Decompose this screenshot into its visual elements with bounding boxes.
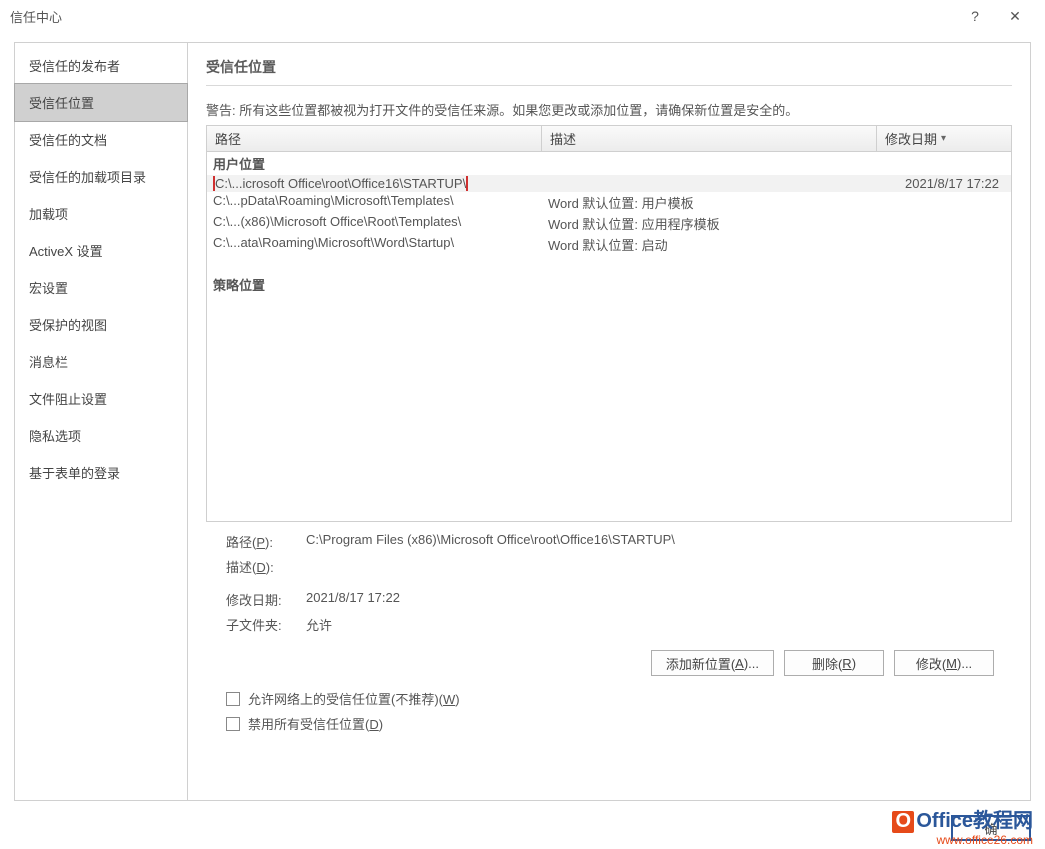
cell-date	[871, 214, 1005, 233]
sidebar-item-trusted-docs[interactable]: 受信任的文档	[15, 121, 187, 158]
sidebar-item-publishers[interactable]: 受信任的发布者	[15, 47, 187, 84]
col-path[interactable]: 路径	[207, 126, 542, 151]
detail-desc-label: 描述(D):	[226, 557, 306, 576]
button-row: 添加新位置(A)... 删除(R) 修改(M)...	[206, 646, 1012, 686]
detail-path-value: C:\Program Files (x86)\Microsoft Office\…	[306, 532, 675, 551]
sidebar-item-label: 隐私选项	[29, 429, 81, 444]
col-desc[interactable]: 描述	[542, 126, 877, 151]
cell-desc: Word 默认位置: 应用程序模板	[548, 214, 871, 233]
sidebar-item-label: 受保护的视图	[29, 318, 107, 333]
sidebar-item-label: 受信任的加载项目录	[29, 170, 146, 185]
sidebar: 受信任的发布者 受信任位置 受信任的文档 受信任的加载项目录 加载项 Activ…	[14, 42, 188, 801]
cell-desc	[548, 176, 871, 191]
sidebar-item-protected-view[interactable]: 受保护的视图	[15, 306, 187, 343]
sidebar-item-message-bar[interactable]: 消息栏	[15, 343, 187, 380]
cell-date	[871, 193, 1005, 212]
checkbox-icon[interactable]	[226, 692, 240, 706]
cell-desc: Word 默认位置: 启动	[548, 235, 871, 254]
cell-date: 2021/8/17 17:22	[871, 176, 1005, 191]
sidebar-item-trusted-locations[interactable]: 受信任位置	[14, 83, 188, 122]
sidebar-item-privacy[interactable]: 隐私选项	[15, 417, 187, 454]
table-row[interactable]: C:\...pData\Roaming\Microsoft\Templates\…	[207, 192, 1011, 213]
table-header: 路径 描述 修改日期▾	[206, 125, 1012, 152]
delete-button[interactable]: 删除(R)	[784, 650, 884, 676]
detail-sub-label: 子文件夹:	[226, 615, 306, 634]
checkbox-network[interactable]: 允许网络上的受信任位置(不推荐)(W)	[206, 686, 1012, 711]
detail-sub-value: 允许	[306, 615, 332, 634]
ok-button[interactable]: 确	[951, 815, 1031, 841]
sidebar-item-addins[interactable]: 加载项	[15, 195, 187, 232]
sidebar-item-label: 受信任的发布者	[29, 59, 120, 74]
section-title: 受信任位置	[206, 57, 1012, 86]
sidebar-item-label: ActiveX 设置	[29, 244, 103, 259]
sidebar-item-macro[interactable]: 宏设置	[15, 269, 187, 306]
sidebar-item-file-block[interactable]: 文件阻止设置	[15, 380, 187, 417]
detail-date-value: 2021/8/17 17:22	[306, 590, 400, 609]
cell-path: C:\...pData\Roaming\Microsoft\Templates\	[213, 193, 548, 212]
sidebar-item-label: 受信任的文档	[29, 133, 107, 148]
chevron-down-icon: ▾	[941, 133, 946, 144]
sidebar-item-label: 宏设置	[29, 281, 68, 296]
cell-desc: Word 默认位置: 用户模板	[548, 193, 871, 212]
cell-path: C:\...(x86)\Microsoft Office\Root\Templa…	[213, 214, 548, 233]
window-title: 信任中心	[10, 7, 955, 26]
sidebar-item-label: 基于表单的登录	[29, 466, 120, 481]
group-policy: 策略位置	[207, 273, 1011, 296]
modify-button[interactable]: 修改(M)...	[894, 650, 994, 676]
main-panel: 受信任位置 警告: 所有这些位置都被视为打开文件的受信任来源。如果您更改或添加位…	[188, 42, 1031, 801]
checkbox-disable-all[interactable]: 禁用所有受信任位置(D)	[206, 711, 1012, 736]
sidebar-item-addin-catalogs[interactable]: 受信任的加载项目录	[15, 158, 187, 195]
table-row[interactable]: C:\...ata\Roaming\Microsoft\Word\Startup…	[207, 234, 1011, 255]
cell-path: C:\...ata\Roaming\Microsoft\Word\Startup…	[213, 235, 548, 254]
detail-path-label: 路径(P):	[226, 532, 306, 551]
office-logo-icon: O	[892, 811, 914, 833]
add-location-button[interactable]: 添加新位置(A)...	[651, 650, 774, 676]
sidebar-item-label: 消息栏	[29, 355, 68, 370]
dialog-footer: 确	[951, 815, 1031, 841]
help-icon[interactable]: ?	[955, 2, 995, 30]
details-panel: 路径(P): C:\Program Files (x86)\Microsoft …	[206, 522, 1012, 646]
col-date[interactable]: 修改日期▾	[877, 126, 1011, 151]
group-user: 用户位置	[207, 152, 1011, 175]
sidebar-item-label: 文件阻止设置	[29, 392, 107, 407]
close-icon[interactable]: ✕	[995, 2, 1035, 30]
sidebar-item-activex[interactable]: ActiveX 设置	[15, 232, 187, 269]
cell-date	[871, 235, 1005, 254]
titlebar: 信任中心 ? ✕	[0, 0, 1045, 32]
dialog-body: 受信任的发布者 受信任位置 受信任的文档 受信任的加载项目录 加载项 Activ…	[14, 42, 1031, 801]
detail-date-label: 修改日期:	[226, 590, 306, 609]
table-row[interactable]: C:\...icrosoft Office\root\Office16\STAR…	[207, 175, 1011, 192]
table-row[interactable]: C:\...(x86)\Microsoft Office\Root\Templa…	[207, 213, 1011, 234]
sidebar-item-label: 加载项	[29, 207, 68, 222]
locations-table: 路径 描述 修改日期▾ 用户位置 C:\...icrosoft Office\r…	[206, 125, 1012, 522]
table-body[interactable]: 用户位置 C:\...icrosoft Office\root\Office16…	[206, 152, 1012, 522]
highlighted-path: C:\...icrosoft Office\root\Office16\STAR…	[213, 176, 468, 191]
sidebar-item-form-login[interactable]: 基于表单的登录	[15, 454, 187, 491]
warning-text: 警告: 所有这些位置都被视为打开文件的受信任来源。如果您更改或添加位置，请确保新…	[206, 100, 1012, 119]
checkbox-icon[interactable]	[226, 717, 240, 731]
sidebar-item-label: 受信任位置	[29, 96, 94, 111]
